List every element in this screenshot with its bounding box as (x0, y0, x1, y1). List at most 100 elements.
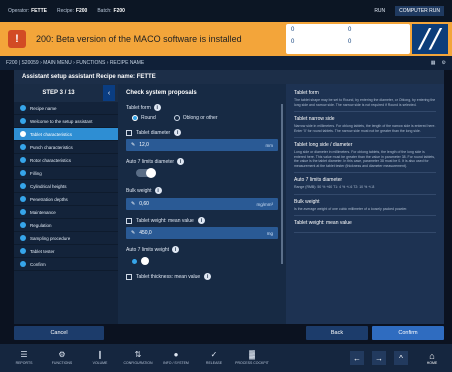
warning-icon: ! (8, 30, 26, 48)
help-title: Tablet form (294, 90, 319, 96)
nav-label: FUNCTIONS (51, 361, 73, 365)
step-icon (20, 222, 26, 228)
recipe-field: Recipe: F200 (57, 8, 87, 14)
sidebar-item-sampling-procedure[interactable]: Sampling procedure (14, 232, 118, 245)
nav-reports[interactable]: ☰ REPORTS (6, 351, 42, 366)
step-icon (20, 196, 26, 202)
gear-icon: ⚙ (58, 350, 66, 359)
toggle-indicator (132, 258, 137, 264)
sidebar-item-tablet-characteristics[interactable]: Tablet characteristics (14, 128, 118, 141)
sidebar-item-label: Penetration depths (30, 196, 68, 202)
help-title: Tablet narrow side (294, 116, 335, 122)
help-body: Long side or diameter in millimeters. Fo… (294, 150, 435, 168)
sidebar-item-maintenance[interactable]: Maintenance (14, 206, 118, 219)
form-heading: Check system proposals (126, 90, 197, 96)
tablet-form-label: Tablet form i (126, 104, 278, 111)
info-icon[interactable]: i (204, 273, 212, 280)
radio-round-label: Round (141, 115, 156, 121)
sidebar-item-recipe-name[interactable]: Recipe name (14, 102, 118, 115)
step-icon (20, 209, 26, 215)
info-icon[interactable]: i (197, 217, 205, 224)
nav-release[interactable]: ✓ RELEASE (196, 351, 232, 366)
sidebar-item-rotor-characteristics[interactable]: Rotor characteristics (14, 154, 118, 167)
company-logo-icon: ╱╱ (412, 24, 448, 54)
page-title: Assistant setup assistant Recipe name: F… (14, 70, 444, 84)
toggle-knob (141, 257, 149, 265)
bulk-weight-text: Bulk weight (126, 187, 152, 194)
arrow-left-icon[interactable]: ← (350, 351, 364, 365)
alert-banner: ! 200: Beta version of the MACO software… (0, 22, 452, 56)
step-current-icon (20, 131, 26, 137)
alert-message: 200: Beta version of the MACO software i… (36, 34, 242, 44)
nav-info[interactable]: ● INFO / SYSTEM (158, 350, 194, 366)
help-body: Range (RMB): 50 % +60 T1: 4 % +/-6 T2: 1… (294, 185, 375, 189)
sidebar-item-label: Tablet characteristics (30, 131, 73, 137)
nav-arrows: ← → ^ (350, 351, 408, 365)
settings-form: Check system proposals Tablet form i Rou… (118, 84, 286, 324)
step-done-icon (20, 118, 26, 124)
sidebar-item-label: Tablet tester (30, 248, 55, 254)
sidebar-item-label: Welcome to the setup assistant (30, 118, 93, 124)
nav-label: VOLUME (92, 361, 108, 365)
help-body: The tablet shape may be set to Round, by… (294, 98, 436, 107)
help-body: Is the average weight of one cubic milli… (294, 206, 408, 211)
info-icon: ● (173, 350, 179, 359)
tablet-weight-value: 450,0 (139, 230, 152, 236)
arrow-right-icon[interactable]: → (372, 351, 386, 365)
pencil-icon: ✎ (131, 142, 136, 148)
step-icon (20, 261, 26, 267)
radio-unselected-icon (173, 115, 180, 121)
batch-label: Batch: (97, 8, 112, 14)
grid-icon[interactable]: ▦ (431, 60, 436, 66)
auto-weight-toggle[interactable] (126, 257, 278, 265)
diameter-field[interactable]: ✎ 12,0 mm (126, 139, 278, 151)
home-button[interactable]: ⌂ HOME (418, 351, 446, 365)
sidebar-item-penetration-depths[interactable]: Penetration depths (14, 193, 118, 206)
diameter-checkbox[interactable] (126, 129, 132, 136)
radio-oblong[interactable]: Oblong or other (173, 115, 217, 121)
thickness-checkbox[interactable] (126, 273, 132, 280)
settings-icon[interactable]: ⚙ (442, 60, 446, 66)
computer-run-badge: COMPUTER RUN (395, 6, 444, 16)
info-icon[interactable]: i (154, 187, 162, 194)
tablet-weight-field[interactable]: ✎ 450,0 mg (126, 227, 278, 239)
collapse-sidebar-button[interactable]: ‹ (103, 85, 115, 101)
pencil-icon: ✎ (131, 201, 136, 207)
nav-functions[interactable]: ⚙ FUNCTIONS (44, 350, 80, 366)
help-title: Auto 7 limits diameter (294, 177, 343, 183)
toggle-knob (146, 168, 156, 178)
bulk-weight-field[interactable]: ✎ 0,60 mg/mm³ (126, 198, 278, 210)
help-body: Narrow side in millimeters. For oblong t… (294, 124, 436, 133)
counter-panel: 0 0 0 0 (286, 24, 410, 54)
sidebar-item-filling[interactable]: Filling (14, 167, 118, 180)
sidebar-item-cylindrical-heights[interactable]: Cylindrical heights (14, 180, 118, 193)
nav-volume[interactable]: ❙ VOLUME (82, 351, 118, 366)
nav-process-cockpit[interactable]: ▓ PROCESS COCKPIT (234, 351, 270, 366)
sidebar-item-tablet-tester[interactable]: Tablet tester (14, 245, 118, 258)
info-icon[interactable]: i (174, 129, 182, 136)
info-icon[interactable]: i (172, 246, 180, 253)
cancel-button[interactable]: Cancel (14, 326, 104, 340)
operator-label: Operator: (8, 8, 30, 14)
nav-label: PROCESS COCKPIT (235, 361, 269, 365)
info-icon[interactable]: i (177, 158, 185, 165)
auto-weight-label: Auto 7 limits weight i (126, 246, 278, 253)
sidebar-item-punch-characteristics[interactable]: Punch characteristics (14, 141, 118, 154)
help-section: Tablet long side / diameter Long side or… (294, 142, 436, 173)
radio-selected-icon (132, 115, 138, 121)
back-button[interactable]: Back (306, 326, 368, 340)
form-scrollbar[interactable] (281, 104, 283, 264)
confirm-button[interactable]: Confirm (372, 326, 444, 340)
nav-configuration[interactable]: ⇅ CONFIGURATION (120, 351, 156, 366)
chevron-up-icon[interactable]: ^ (394, 351, 408, 365)
sidebar-item-confirm[interactable]: Confirm (14, 258, 118, 271)
info-icon[interactable]: i (153, 104, 161, 111)
counter-3: 0 (291, 39, 295, 45)
auto-diameter-toggle[interactable] (136, 168, 156, 178)
auto-diameter-label: Auto 7 limits diameter i (126, 158, 278, 165)
sidebar-item-welcome[interactable]: Welcome to the setup assistant (14, 115, 118, 128)
sidebar-item-regulation[interactable]: Regulation (14, 219, 118, 232)
tablet-weight-checkbox[interactable] (126, 217, 132, 224)
radio-round[interactable]: Round (132, 115, 156, 121)
help-title: Bulk weight (294, 198, 320, 205)
